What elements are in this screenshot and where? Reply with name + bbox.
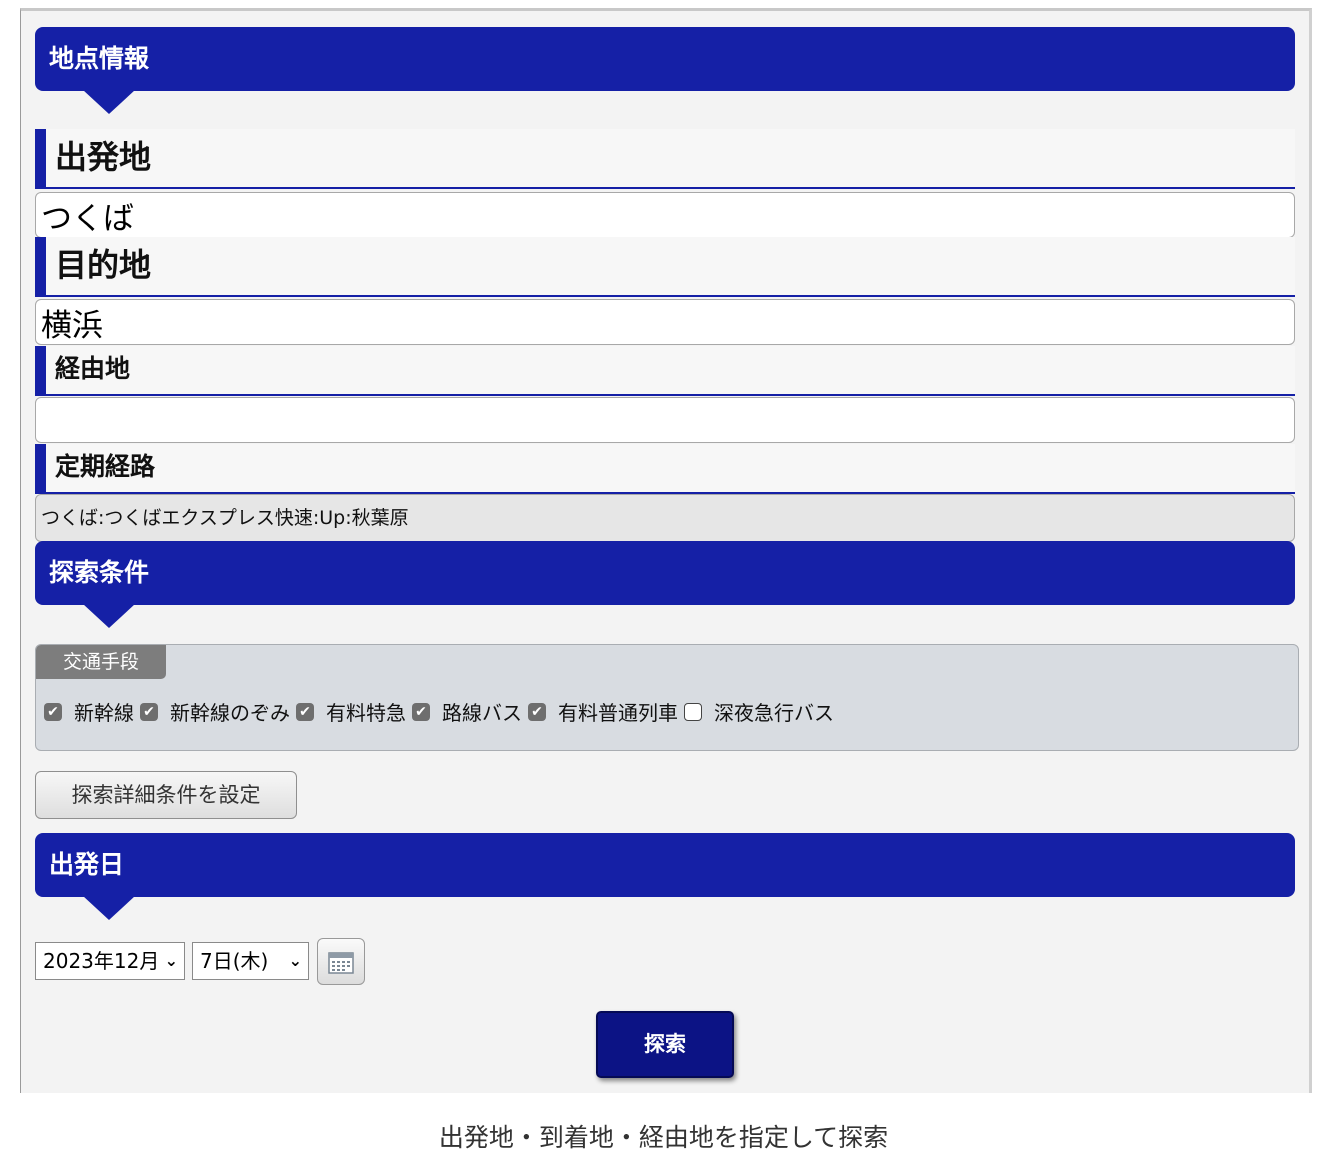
transport-title: 交通手段 bbox=[36, 645, 166, 679]
header-notch bbox=[83, 604, 135, 628]
checkbox-route-bus[interactable]: ✔ bbox=[412, 702, 430, 721]
transport-option-nozomi[interactable]: ✔ 新幹線のぞみ bbox=[140, 697, 296, 726]
transport-options: ✔ 新幹線 ✔ 新幹線のぞみ ✔ 有料特急 ✔ 路線バス ✔ 有料普通列車 深夜… bbox=[44, 697, 840, 726]
detail-conditions-button[interactable]: 探索詳細条件を設定 bbox=[35, 771, 297, 819]
calendar-icon bbox=[328, 951, 354, 974]
option-label: 有料普通列車 bbox=[558, 701, 678, 725]
day-select[interactable]: 7日(木) ⌄ bbox=[192, 942, 309, 980]
calendar-button[interactable] bbox=[317, 938, 365, 985]
checkbox-paid-local-train[interactable]: ✔ bbox=[528, 702, 546, 721]
transport-option-paid-local-train[interactable]: ✔ 有料普通列車 bbox=[528, 697, 684, 726]
transport-option-shinkansen[interactable]: ✔ 新幹線 bbox=[44, 697, 140, 726]
checkbox-nozomi[interactable]: ✔ bbox=[140, 702, 158, 721]
check-icon: ✔ bbox=[415, 703, 427, 720]
transport-box: 交通手段 ✔ 新幹線 ✔ 新幹線のぞみ ✔ 有料特急 ✔ 路線バス ✔ 有料普通… bbox=[35, 644, 1299, 751]
check-icon: ✔ bbox=[531, 703, 543, 720]
checkbox-late-night-bus[interactable] bbox=[684, 702, 702, 721]
option-label: 新幹線 bbox=[74, 701, 134, 725]
check-icon: ✔ bbox=[47, 703, 59, 720]
destination-input[interactable] bbox=[35, 299, 1295, 345]
header-notch bbox=[83, 90, 135, 114]
destination-label: 目的地 bbox=[35, 237, 1295, 297]
month-select-value: 2023年12月 bbox=[43, 949, 160, 973]
via-input[interactable] bbox=[35, 397, 1295, 443]
conditions-section-header: 探索条件 bbox=[35, 541, 1295, 628]
option-label: 深夜急行バス bbox=[714, 701, 834, 725]
location-section-header: 地点情報 bbox=[35, 27, 1295, 114]
option-label: 新幹線のぞみ bbox=[170, 701, 290, 725]
transport-option-limited-express[interactable]: ✔ 有料特急 bbox=[296, 697, 412, 726]
transport-option-late-night-bus[interactable]: 深夜急行バス bbox=[684, 697, 840, 726]
commuter-route-label: 定期経路 bbox=[35, 444, 1295, 494]
chevron-down-icon: ⌄ bbox=[288, 951, 302, 970]
month-select[interactable]: 2023年12月 ⌄ bbox=[35, 942, 185, 980]
date-section-header: 出発日 bbox=[35, 833, 1295, 920]
via-label: 経由地 bbox=[35, 346, 1295, 396]
departure-input[interactable] bbox=[35, 192, 1295, 238]
commuter-route-field[interactable]: つくば:つくばエクスプレス快速:Up:秋葉原 bbox=[35, 494, 1295, 542]
caption-text: 出発地・到着地・経由地を指定して探索 bbox=[438, 1123, 889, 1152]
checkbox-limited-express[interactable]: ✔ bbox=[296, 702, 314, 721]
header-notch bbox=[83, 896, 135, 920]
day-select-value: 7日(木) bbox=[200, 949, 269, 973]
check-icon: ✔ bbox=[143, 703, 155, 720]
date-section-title: 出発日 bbox=[49, 850, 125, 879]
location-section-title: 地点情報 bbox=[49, 44, 150, 73]
option-label: 路線バス bbox=[442, 701, 522, 725]
option-label: 有料特急 bbox=[326, 701, 406, 725]
conditions-section-title: 探索条件 bbox=[49, 558, 150, 587]
transport-option-route-bus[interactable]: ✔ 路線バス bbox=[412, 697, 528, 726]
check-icon: ✔ bbox=[299, 703, 311, 720]
search-button[interactable]: 探索 bbox=[596, 1011, 734, 1078]
chevron-down-icon: ⌄ bbox=[164, 951, 178, 970]
search-form-panel: 地点情報 出発地 目的地 経由地 定期経路 つくば:つくばエクスプレス快速:Up… bbox=[20, 8, 1312, 1093]
departure-label: 出発地 bbox=[35, 129, 1295, 189]
checkbox-shinkansen[interactable]: ✔ bbox=[44, 702, 62, 721]
